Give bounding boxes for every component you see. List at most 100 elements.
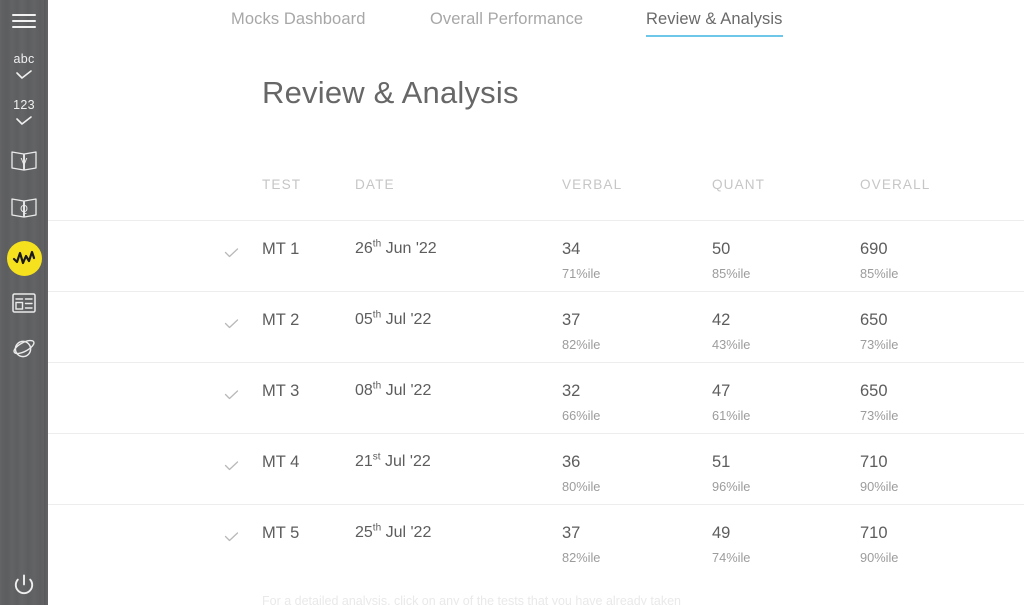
cell-quant: 49 74%ile <box>712 523 750 566</box>
sidebar-item-label: abc <box>13 52 35 66</box>
date-suffix: st <box>372 451 381 463</box>
table-row[interactable]: MT 3 08th Jul '22 32 66%ile 47 61%ile 650 73%il… <box>48 362 1024 433</box>
row-status-check-icon <box>224 387 239 405</box>
date-month-year: Jul '22 <box>385 524 432 541</box>
review-analysis-table: TEST DATE VERBAL QUANT OVERALL MT 1 26th … <box>48 165 1024 575</box>
cell-date: 25th Jul '22 <box>355 523 431 543</box>
sidebar-item-verbal[interactable]: abc <box>0 52 48 86</box>
column-header-verbal: VERBAL <box>562 177 623 192</box>
test-date: 08th Jul '22 <box>355 381 431 401</box>
cell-verbal: 37 82%ile <box>562 310 600 353</box>
verbal-score: 32 <box>562 382 581 400</box>
cell-date: 26th Jun '22 <box>355 239 437 259</box>
cell-verbal: 37 82%ile <box>562 523 600 566</box>
date-day: 25 <box>355 524 373 541</box>
verbal-percentile: 66%ile <box>562 408 601 423</box>
row-status-check-icon <box>224 458 239 476</box>
verbal-score: 36 <box>562 453 581 471</box>
overall-score: 710 <box>860 453 888 471</box>
verbal-score: 37 <box>562 524 581 542</box>
test-name: MT 4 <box>262 453 300 471</box>
cell-test: MT 4 <box>262 452 299 472</box>
test-name: MT 2 <box>262 311 300 329</box>
svg-text:V: V <box>21 157 28 168</box>
quant-percentile: 43%ile <box>712 337 751 352</box>
cell-verbal: 32 66%ile <box>562 381 600 424</box>
cell-verbal: 36 80%ile <box>562 452 600 495</box>
cell-overall: 710 90%ile <box>860 452 898 495</box>
hamburger-menu-icon <box>12 10 36 31</box>
sidebar-item-menu[interactable] <box>0 5 48 37</box>
date-day: 21 <box>355 453 373 470</box>
table-row[interactable]: MT 5 25th Jul '22 37 82%ile 49 74%ile 710 90%il… <box>48 504 1024 575</box>
cell-quant: 47 61%ile <box>712 381 750 424</box>
date-month-year: Jul '22 <box>385 453 431 470</box>
sidebar-item-quant[interactable]: 123 <box>0 98 48 132</box>
quant-score: 49 <box>712 524 731 542</box>
cell-quant: 50 85%ile <box>712 239 750 282</box>
quant-score: 51 <box>712 453 731 471</box>
overall-percentile: 73%ile <box>860 337 899 352</box>
overall-percentile: 90%ile <box>860 479 899 494</box>
verbal-percentile: 82%ile <box>562 337 601 352</box>
column-header-quant: QUANT <box>712 177 766 192</box>
column-header-test: TEST <box>262 177 302 192</box>
test-date: 26th Jun '22 <box>355 239 437 259</box>
table-row[interactable]: MT 2 05th Jul '22 37 82%ile 42 43%ile 650 73%il… <box>48 291 1024 362</box>
date-month-year: Jun '22 <box>385 240 437 257</box>
cell-test: MT 1 <box>262 239 299 259</box>
cell-date: 21st Jul '22 <box>355 452 431 472</box>
overall-score: 650 <box>860 382 888 400</box>
check-icon <box>15 67 33 85</box>
row-status-check-icon <box>224 529 239 547</box>
svg-text:Q: Q <box>20 204 28 215</box>
date-month-year: Jul '22 <box>385 382 432 399</box>
sidebar-item-explore[interactable] <box>0 333 48 367</box>
test-name: MT 1 <box>262 240 300 258</box>
sidebar-item-logout[interactable] <box>0 570 48 604</box>
cell-test: MT 3 <box>262 381 299 401</box>
verbal-score: 37 <box>562 311 581 329</box>
overall-score: 690 <box>860 240 888 258</box>
table-row[interactable]: MT 1 26th Jun '22 34 71%ile 50 85%ile 690 85%il… <box>48 220 1024 291</box>
test-date: 21st Jul '22 <box>355 452 431 472</box>
table-body: MT 1 26th Jun '22 34 71%ile 50 85%ile 690 85%il… <box>48 220 1024 575</box>
table-row[interactable]: MT 4 21st Jul '22 36 80%ile 51 96%ile 710 90%il… <box>48 433 1024 504</box>
date-day: 05 <box>355 311 373 328</box>
app-root: abc 123 V Q Mocks Dashboard Overall Perf… <box>0 0 1024 605</box>
tab-overall-performance[interactable]: Overall Performance <box>430 10 583 35</box>
date-suffix: th <box>372 309 382 321</box>
tab-review-analysis[interactable]: Review & Analysis <box>646 10 783 37</box>
date-suffix: th <box>372 522 382 534</box>
date-suffix: th <box>372 380 382 392</box>
layout-list-icon <box>11 292 37 319</box>
overall-score: 710 <box>860 524 888 542</box>
power-icon <box>12 573 36 602</box>
sidebar-item-label: 123 <box>13 98 35 112</box>
quant-score: 42 <box>712 311 731 329</box>
column-header-overall: OVERALL <box>860 177 931 192</box>
footer-hint: For a detailed analysis, click on any of… <box>262 594 681 605</box>
sidebar-item-verbal-book[interactable]: V <box>0 146 48 180</box>
row-status-check-icon <box>224 316 239 334</box>
sidebar-item-quant-book[interactable]: Q <box>0 193 48 227</box>
sidebar: abc 123 V Q <box>0 0 48 605</box>
cell-quant: 51 96%ile <box>712 452 750 495</box>
column-header-date: DATE <box>355 177 395 192</box>
quant-percentile: 85%ile <box>712 266 751 281</box>
planet-icon <box>11 336 37 365</box>
cell-test: MT 5 <box>262 523 299 543</box>
tab-mocks-dashboard[interactable]: Mocks Dashboard <box>231 10 365 35</box>
check-icon <box>15 113 33 131</box>
book-v-icon: V <box>10 149 38 178</box>
verbal-percentile: 80%ile <box>562 479 601 494</box>
quant-percentile: 74%ile <box>712 550 751 565</box>
verbal-percentile: 82%ile <box>562 550 601 565</box>
sidebar-item-analysis[interactable] <box>0 238 48 278</box>
quant-percentile: 61%ile <box>712 408 751 423</box>
book-q-icon: Q <box>10 196 38 225</box>
date-day: 26 <box>355 240 373 257</box>
top-tab-bar: Mocks Dashboard Overall Performance Revi… <box>48 0 1024 42</box>
quant-score: 50 <box>712 240 731 258</box>
sidebar-item-dashboard[interactable] <box>0 288 48 322</box>
